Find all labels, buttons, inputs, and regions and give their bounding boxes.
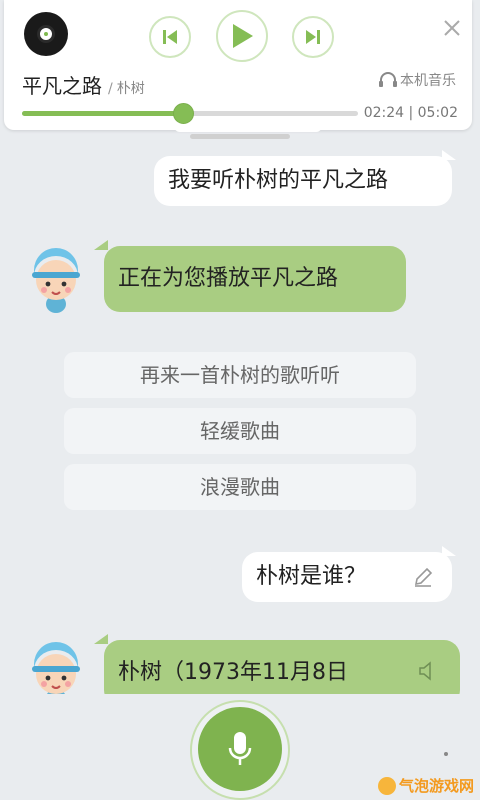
watermark-text: 气泡游戏网 [398,777,474,795]
suggestion-chip[interactable]: 轻缓歌曲 [64,408,416,454]
song-artist: 朴树 [116,81,145,97]
song-title: 平凡之路 [22,74,102,98]
previous-icon [163,30,177,44]
edit-icon[interactable] [412,566,434,588]
next-icon [306,30,320,44]
user-message: 我要听朴树的平凡之路 [154,156,452,206]
more-options-icon[interactable] [444,752,450,760]
music-player-card: 平凡之路 / 朴树 本机音乐 02:24 | 05:02 [4,0,472,132]
user-message-text: 朴树是谁？ [256,564,367,589]
close-icon[interactable] [440,16,464,40]
suggestion-chip[interactable]: 再来一首朴树的歌听听 [64,352,416,398]
watermark: 气泡游戏网 [377,775,474,796]
assistant-message-text: 正在为您播放平凡之路 [118,266,339,291]
next-button[interactable] [292,16,334,58]
music-source[interactable]: 本机音乐 [378,70,456,90]
suggestion-chip[interactable]: 浪漫歌曲 [64,464,416,510]
vinyl-icon[interactable] [24,12,68,56]
assistant-message-text: 朴树（1973年11月8日 [118,660,348,685]
microphone-icon [228,732,252,765]
assistant-avatar [32,248,80,313]
song-info: 平凡之路 / 朴树 [22,70,145,99]
song-separator: / [108,81,113,97]
user-message-text: 我要听朴树的平凡之路 [168,168,389,193]
assistant-message: 正在为您播放平凡之路 [104,246,406,312]
voice-input-button[interactable] [198,707,282,791]
source-label: 本机音乐 [400,73,456,89]
playback-time: 02:24 | 05:02 [363,105,458,121]
headphones-icon [379,72,397,87]
progress-bar[interactable] [22,103,358,124]
progress-handle[interactable] [173,103,195,124]
previous-button[interactable] [149,16,191,58]
drag-handle[interactable] [190,134,290,139]
play-icon [233,24,253,48]
speaker-icon[interactable] [418,660,432,682]
play-button[interactable] [216,10,268,62]
progress-fill [22,111,184,116]
user-message: 朴树是谁？ [242,552,452,602]
